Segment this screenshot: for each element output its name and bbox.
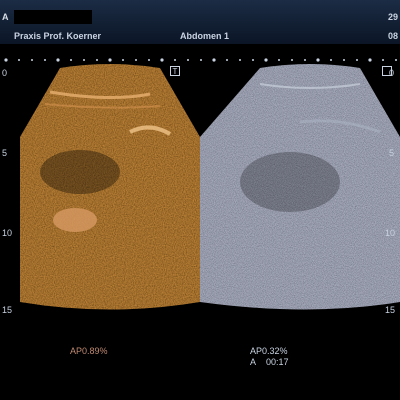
scale-dot xyxy=(291,59,293,61)
scale-dot xyxy=(239,59,241,61)
timer-label: A xyxy=(250,357,257,367)
depth-tick-left-5: 5 xyxy=(2,148,8,158)
depth-tick-right-15: 15 xyxy=(385,305,396,315)
depth-tick-right-10: 10 xyxy=(385,228,396,238)
depth-tick-left-10: 10 xyxy=(2,228,13,238)
scale-dot xyxy=(252,59,254,61)
scale-dot xyxy=(122,59,124,61)
depth-tick-left-0: 0 xyxy=(2,68,8,78)
depth-tick-right-5: 5 xyxy=(389,148,395,158)
scale-dot xyxy=(278,59,280,61)
acoustic-power-right: AP0.32% xyxy=(250,346,288,356)
clinic-name: Praxis Prof. Koerner xyxy=(14,31,102,41)
scale-dot xyxy=(70,59,72,61)
exam-preset: Abdomen 1 xyxy=(180,31,230,41)
header-bar: A Praxis Prof. Koerner Abdomen 1 29 08 xyxy=(0,0,400,44)
acoustic-power-left: AP0.89% xyxy=(70,346,108,356)
scale-dot xyxy=(148,59,150,61)
date-readout: 29 xyxy=(387,12,398,22)
scale-dot xyxy=(343,59,345,61)
contrast-image-fan xyxy=(20,64,200,310)
scale-dot xyxy=(18,59,20,61)
header-tag: A xyxy=(2,12,9,22)
scale-dot xyxy=(395,59,397,61)
ultrasound-image-area xyxy=(20,64,400,310)
scale-dot xyxy=(187,59,189,61)
scale-dot xyxy=(83,59,85,61)
scale-dot xyxy=(226,59,228,61)
timer-value: 00:17 xyxy=(266,357,289,367)
scale-dot xyxy=(174,59,176,61)
depth-tick-right-0: 0 xyxy=(389,68,395,78)
scale-dot xyxy=(31,59,33,61)
scale-dot xyxy=(96,59,98,61)
scale-dot xyxy=(356,59,358,61)
depth-tick-left-15: 15 xyxy=(2,305,13,315)
time-readout: 08 xyxy=(387,31,398,41)
scale-dot xyxy=(200,59,202,61)
scale-dot xyxy=(135,59,137,61)
scale-dot xyxy=(330,59,332,61)
scale-dot xyxy=(44,59,46,61)
bmode-image-fan xyxy=(200,64,400,310)
redacted-patient-info xyxy=(14,10,92,24)
scale-dot xyxy=(304,59,306,61)
orientation-marker-left: T xyxy=(170,66,180,76)
scale-dot xyxy=(382,59,384,61)
